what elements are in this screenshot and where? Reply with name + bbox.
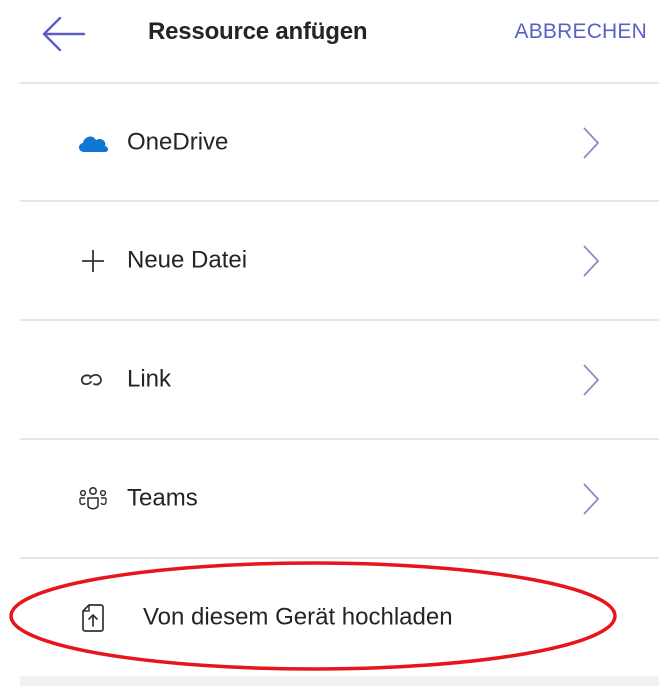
link-icon xyxy=(76,363,110,397)
upload-file-icon xyxy=(76,601,110,635)
list-item-label: Teams xyxy=(127,484,198,512)
bottom-separator xyxy=(20,676,659,686)
chevron-right-icon xyxy=(583,127,599,159)
page-title: Ressource anfügen xyxy=(148,18,368,45)
list-item-label: Neue Datei xyxy=(127,246,248,274)
teams-people-icon xyxy=(76,482,110,516)
cancel-button[interactable]: ABBRECHEN xyxy=(515,20,648,44)
list-item-label: OneDrive xyxy=(127,128,229,156)
back-button[interactable] xyxy=(38,14,88,54)
chevron-right-icon xyxy=(583,483,599,515)
list-item-label: Von diesem Gerät hochladen xyxy=(143,603,453,631)
chevron-right-icon xyxy=(583,245,599,277)
list-item-new-file[interactable]: Neue Datei xyxy=(0,202,659,320)
attach-resource-screen: Ressource anfügen ABBRECHEN OneDrive Neu… xyxy=(0,0,659,686)
list-item-upload-from-device[interactable]: Von diesem Gerät hochladen xyxy=(0,559,659,677)
header-bar: Ressource anfügen ABBRECHEN xyxy=(0,0,659,82)
arrow-left-icon xyxy=(42,16,86,52)
list-item-onedrive[interactable]: OneDrive xyxy=(0,84,659,202)
chevron-right-icon xyxy=(583,364,599,396)
onedrive-cloud-icon xyxy=(76,126,110,160)
list-item-teams[interactable]: Teams xyxy=(0,440,659,558)
plus-icon xyxy=(76,244,110,278)
list-item-label: Link xyxy=(127,365,172,393)
list-item-link[interactable]: Link xyxy=(0,321,659,439)
